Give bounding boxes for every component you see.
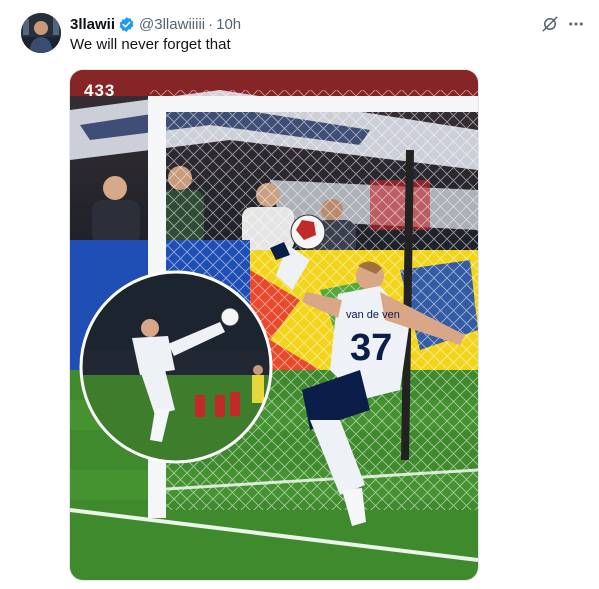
crossbar [148,96,478,112]
display-name[interactable]: 3llawii [70,16,115,33]
tweet-text: We will never forget that [70,36,231,53]
avatar[interactable] [21,13,61,53]
avatar-image [21,13,61,53]
more-button[interactable] [566,14,586,34]
timestamp[interactable]: 10h [216,16,241,33]
grok-icon [542,16,558,32]
grok-button[interactable] [540,14,560,34]
shirt-name: van de ven [346,309,400,321]
football-photo: 433 van de ven 37 [70,70,478,580]
watermark-433: 433 [84,81,115,100]
shirt-number: 37 [350,327,392,369]
tweet: 3llawii @3llawiiiii · 10h We will never … [0,0,599,589]
user-handle[interactable]: @3llawiiiii [139,16,205,33]
tweet-media-image[interactable]: 433 van de ven 37 [69,69,479,581]
tweet-header: 3llawii @3llawiiiii · 10h [70,13,241,35]
more-icon [569,22,583,26]
ball [290,214,326,250]
verified-badge-icon [118,16,135,33]
separator-dot: · [208,15,214,33]
